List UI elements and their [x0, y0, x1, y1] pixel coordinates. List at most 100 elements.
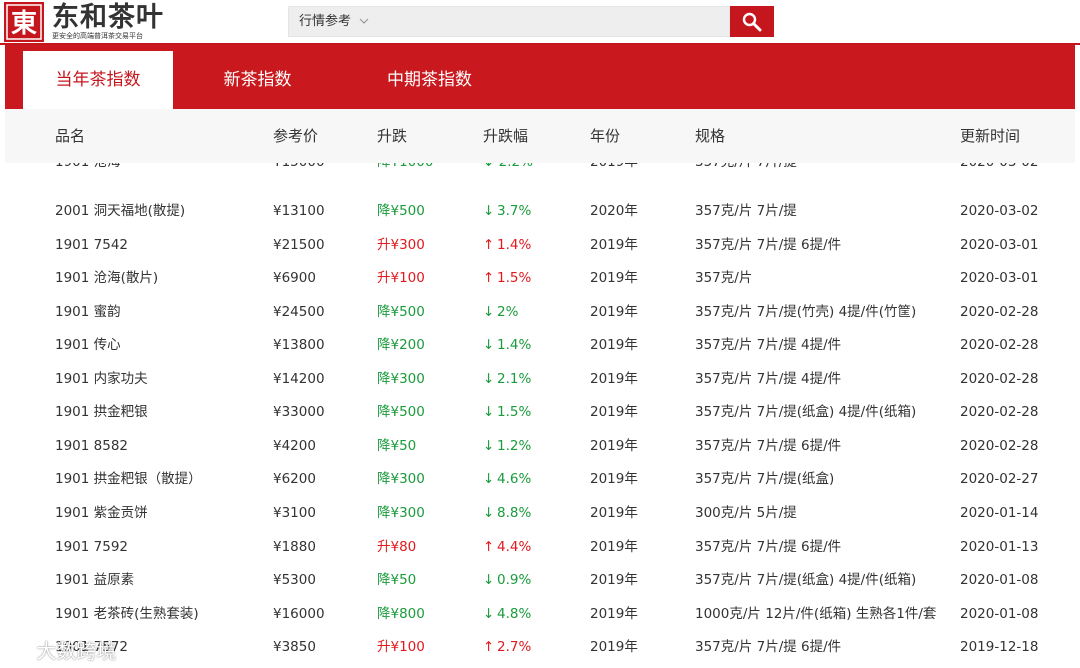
- row-change-pct: ↑ 1.5%: [483, 262, 531, 296]
- table-row[interactable]: 1901 拱金粑银（散提） ¥6200 降¥300 ↓ 4.6% 2019年 357克/片 …: [5, 463, 1075, 497]
- row-name[interactable]: 1901 沧海(散片): [55, 262, 158, 296]
- row-year: 2020年: [590, 203, 638, 219]
- row-change: 降¥200: [377, 337, 425, 354]
- row-change: 降¥500: [377, 404, 425, 421]
- row-change-pct: ↓ 4.6%: [483, 463, 531, 497]
- table-row[interactable]: 1901 传心 ¥13800 降¥200 ↓ 1.4% 2019年 357克/片 7片/提 …: [5, 329, 1075, 363]
- row-date: 2020-03-01: [960, 270, 1039, 287]
- row-pct-value: 3.7%: [497, 203, 532, 219]
- arrow-up-icon: ↑: [483, 639, 495, 656]
- arrow-up-icon: ↑: [483, 236, 495, 253]
- search-button[interactable]: [730, 6, 774, 37]
- table-row[interactable]: 2001 洞天福地(散提) ¥13100 降¥500 ↓ 3.7% 2020年 357克/片…: [5, 195, 1075, 229]
- header-price[interactable]: 参考价: [273, 109, 318, 163]
- row-change-pct: ↓ 2.1%: [483, 363, 531, 397]
- row-spec: 357克/片 7片/提: [695, 203, 797, 219]
- row-price: ¥6900: [273, 270, 316, 287]
- row-spec: 300克/片 5片/提: [695, 504, 797, 521]
- table-row[interactable]: 1901 沧海(散片) ¥6900 升¥100 ↑ 1.5% 2019年 357克/片 202…: [5, 262, 1075, 296]
- row-spec: 357克/片 7片/提 6提/件: [695, 639, 842, 656]
- row-name[interactable]: 1901 拱金粑银: [55, 396, 148, 430]
- row-change: 升¥300: [377, 236, 425, 253]
- row-name[interactable]: 1901 老茶砖(生熟套装): [55, 598, 199, 632]
- row-name[interactable]: 1901 拱金粑银（散提）: [55, 463, 202, 497]
- header-change[interactable]: 升跌: [377, 109, 407, 163]
- row-date: 2020-02-28: [960, 437, 1039, 454]
- row-date: 2020-01-14: [960, 504, 1039, 521]
- row-name[interactable]: 1901 传心: [55, 329, 121, 363]
- row-name[interactable]: 1901 7542: [55, 229, 128, 263]
- chevron-down-icon[interactable]: [359, 17, 369, 25]
- row-change: 升¥100: [377, 639, 425, 656]
- table-row[interactable]: 1901 8582 ¥4200 降¥50 ↓ 1.2% 2019年 357克/片 7片/提 …: [5, 430, 1075, 464]
- header-spec[interactable]: 规格: [695, 109, 725, 163]
- row-year: 2019年: [590, 337, 638, 354]
- row-date: 2020-03-01: [960, 236, 1039, 253]
- brand-name: 东和茶叶: [52, 2, 164, 33]
- row-name[interactable]: 1901 沧海: [55, 163, 121, 180]
- row-year: 2019年: [590, 163, 638, 180]
- header-change-pct[interactable]: 升跌幅: [483, 109, 528, 163]
- tab-new-tea-index[interactable]: 新茶指数: [185, 51, 330, 109]
- row-spec: 357克/片 7片/提(纸盒) 4提/件(纸箱): [695, 572, 917, 589]
- row-year: 2019年: [590, 404, 638, 421]
- row-name[interactable]: 1901 内家功夫: [55, 363, 148, 397]
- table-row[interactable]: 1901 7572 ¥3850 升¥100 ↑ 2.7% 2019年 357克/片 7片/提…: [5, 631, 1075, 665]
- table-row[interactable]: 1901 拱金粑银 ¥33000 降¥500 ↓ 1.5% 2019年 357克/片 7片/…: [5, 396, 1075, 430]
- row-date: 2020-03-02: [960, 203, 1039, 219]
- row-price: ¥14200: [273, 370, 325, 387]
- row-name[interactable]: 1901 8582: [55, 430, 128, 464]
- header-name[interactable]: 品名: [55, 109, 85, 163]
- row-price: ¥6200: [273, 471, 316, 488]
- brand-logo[interactable]: 東 东和茶叶 更安全的高端普洱茶交易平台: [4, 2, 164, 42]
- header-updated[interactable]: 更新时间: [960, 109, 1020, 163]
- row-price: ¥16000: [273, 605, 325, 622]
- table-row[interactable]: 1901 紫金贡饼 ¥3100 降¥300 ↓ 8.8% 2019年 300克/片 5片/提…: [5, 497, 1075, 531]
- row-name[interactable]: 1901 7592: [55, 531, 128, 565]
- row-date: 2020-02-28: [960, 404, 1039, 421]
- header-year[interactable]: 年份: [590, 109, 620, 163]
- row-name[interactable]: 1901 益原素: [55, 564, 134, 598]
- row-price: ¥24500: [273, 303, 325, 320]
- row-date: 2020-01-08: [960, 605, 1039, 622]
- row-change-pct: ↓ 1.5%: [483, 396, 531, 430]
- row-year: 2019年: [590, 538, 638, 555]
- arrow-up-icon: ↑: [483, 538, 495, 555]
- table-row[interactable]: 1901 益原素 ¥5300 降¥50 ↓ 0.9% 2019年 357克/片 7片/提(纸…: [5, 564, 1075, 598]
- row-date: 2020-02-27: [960, 471, 1039, 488]
- row-pct-value: 1.5%: [497, 270, 532, 287]
- row-year: 2019年: [590, 504, 638, 521]
- row-name[interactable]: 1901 紫金贡饼: [55, 497, 148, 531]
- row-price: ¥15000: [273, 163, 325, 180]
- arrow-up-icon: ↑: [483, 270, 495, 287]
- search-input[interactable]: [379, 11, 719, 32]
- row-price: ¥4200: [273, 437, 316, 454]
- tab-mid-term-index[interactable]: 中期茶指数: [347, 51, 512, 109]
- table-row[interactable]: 1901 内家功夫 ¥14200 降¥300 ↓ 2.1% 2019年 357克/片 7片/…: [5, 363, 1075, 397]
- row-price: ¥13800: [273, 337, 325, 354]
- tab-current-year-index[interactable]: 当年茶指数: [23, 51, 173, 109]
- arrow-down-icon: ↓: [483, 437, 495, 454]
- table-row[interactable]: 1901 蜜韵 ¥24500 降¥500 ↓ 2% 2019年 357克/片 7片/提(竹壳…: [5, 296, 1075, 330]
- row-spec: 357克/片 7片/提 6提/件: [695, 236, 842, 253]
- row-price: ¥3850: [273, 639, 316, 656]
- row-date: 2020-01-08: [960, 572, 1039, 589]
- row-spec: 357克/片 7片/提 6提/件: [695, 437, 842, 454]
- logo-mark-icon: 東: [4, 2, 44, 42]
- arrow-down-icon: ↓: [483, 471, 495, 488]
- row-date: 2020-03-02: [960, 163, 1038, 180]
- row-name[interactable]: 1901 蜜韵: [55, 296, 121, 330]
- table-row[interactable]: 1901 老茶砖(生熟套装) ¥16000 降¥800 ↓ 4.8% 2019年 1000克…: [5, 598, 1075, 632]
- row-pct-value: 4.8%: [497, 605, 532, 622]
- table-row[interactable]: 1901 沧海 ¥15000 降¥1000 ↓ 2.2% 2019年 357克/…: [5, 163, 1075, 180]
- row-year: 2019年: [590, 437, 638, 454]
- row-spec: 357克/片: [695, 270, 753, 287]
- row-change-pct: ↑ 2.7%: [483, 631, 531, 665]
- row-year: 2019年: [590, 303, 638, 320]
- arrow-down-icon: ↓: [483, 337, 495, 354]
- row-price: ¥21500: [273, 236, 325, 253]
- search-category-select[interactable]: 行情参考: [299, 7, 351, 36]
- row-name[interactable]: 2001 洞天福地(散提): [55, 195, 185, 229]
- table-row[interactable]: 1901 7542 ¥21500 升¥300 ↑ 1.4% 2019年 357克/片 7片/…: [5, 229, 1075, 263]
- table-row[interactable]: 1901 7592 ¥1880 升¥80 ↑ 4.4% 2019年 357克/片 7片/提 …: [5, 531, 1075, 565]
